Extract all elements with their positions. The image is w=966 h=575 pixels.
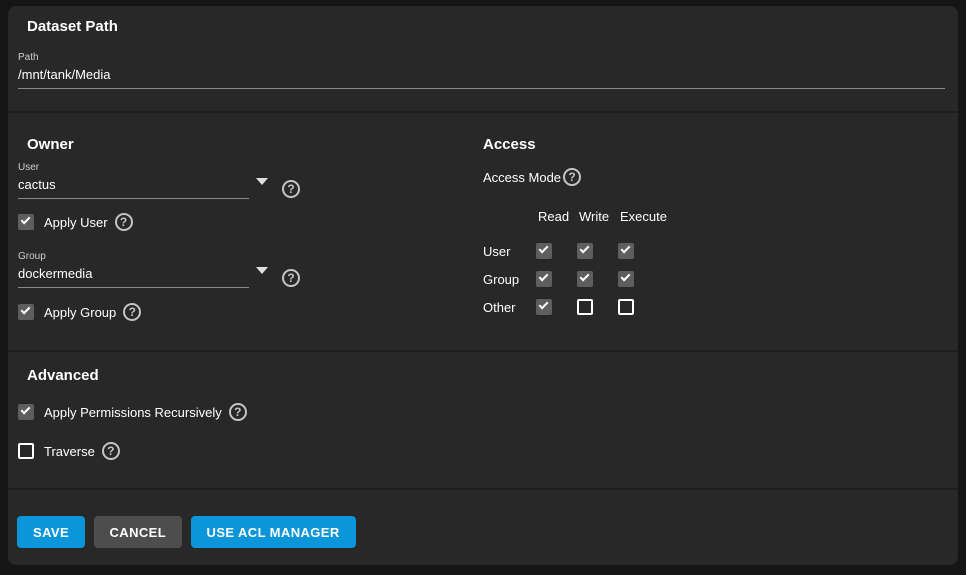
- actions-section: SAVE CANCEL USE ACL MANAGER: [8, 490, 958, 548]
- group-field-label: Group: [18, 251, 249, 263]
- apply-recursively-checkbox[interactable]: [18, 404, 34, 420]
- access-column: Access Access Mode ? Read Write Execute …: [483, 113, 958, 350]
- access-mode-grid: Read Write Execute User Group Other: [483, 209, 958, 321]
- apply-user-row: Apply User ?: [18, 213, 483, 231]
- check-icon: [539, 272, 549, 282]
- check-icon: [621, 272, 631, 282]
- access-title: Access: [483, 137, 958, 153]
- user-chevron-down-icon[interactable]: [256, 178, 268, 185]
- other-write-checkbox[interactable]: [577, 299, 593, 315]
- recursive-row: Apply Permissions Recursively ?: [18, 403, 958, 421]
- check-icon: [21, 405, 31, 415]
- path-field-label: Path: [18, 52, 945, 64]
- advanced-title: Advanced: [18, 368, 958, 384]
- check-icon: [621, 244, 631, 254]
- group-field-value[interactable]: dockermedia: [18, 266, 249, 288]
- apply-group-label: Apply Group: [44, 305, 116, 320]
- check-icon: [580, 244, 590, 254]
- access-col-header-read: Read: [536, 209, 577, 224]
- apply-group-row: Apply Group ?: [18, 303, 483, 321]
- access-mode-help-icon[interactable]: ?: [563, 168, 581, 186]
- owner-title: Owner: [18, 137, 483, 153]
- dataset-path-title: Dataset Path: [18, 19, 945, 35]
- traverse-row: Traverse ?: [18, 442, 958, 460]
- group-help-icon[interactable]: ?: [282, 269, 300, 287]
- apply-recursively-help-icon[interactable]: ?: [229, 403, 247, 421]
- user-write-checkbox[interactable]: [577, 243, 593, 259]
- use-acl-manager-button[interactable]: USE ACL MANAGER: [191, 516, 356, 548]
- access-col-header-execute: Execute: [618, 209, 678, 224]
- check-icon: [21, 215, 31, 225]
- access-row-label-other: Other: [483, 293, 536, 321]
- user-field-label: User: [18, 162, 249, 174]
- apply-group-help-icon[interactable]: ?: [123, 303, 141, 321]
- user-read-checkbox[interactable]: [536, 243, 552, 259]
- owner-access-section: Owner User cactus ? Apply User ? Group d…: [8, 113, 958, 352]
- access-mode-label: Access Mode: [483, 170, 561, 185]
- user-select-field: User cactus ?: [18, 162, 483, 199]
- owner-column: Owner User cactus ? Apply User ? Group d…: [8, 113, 483, 350]
- access-col-header-write: Write: [577, 209, 618, 224]
- access-mode-row: Access Mode ?: [483, 168, 958, 186]
- save-button[interactable]: SAVE: [17, 516, 85, 548]
- group-chevron-down-icon[interactable]: [256, 267, 268, 274]
- group-write-checkbox[interactable]: [577, 271, 593, 287]
- dataset-path-section: Dataset Path Path /mnt/tank/Media: [8, 6, 958, 113]
- path-field[interactable]: Path /mnt/tank/Media: [18, 52, 945, 89]
- apply-user-checkbox[interactable]: [18, 214, 34, 230]
- access-row-label-group: Group: [483, 265, 536, 293]
- check-icon: [539, 300, 549, 310]
- apply-group-checkbox[interactable]: [18, 304, 34, 320]
- apply-user-label: Apply User: [44, 215, 108, 230]
- access-row-label-user: User: [483, 237, 536, 265]
- check-icon: [21, 305, 31, 315]
- advanced-section: Advanced Apply Permissions Recursively ?…: [8, 352, 958, 490]
- user-execute-checkbox[interactable]: [618, 243, 634, 259]
- other-execute-checkbox[interactable]: [618, 299, 634, 315]
- traverse-help-icon[interactable]: ?: [102, 442, 120, 460]
- user-field-value[interactable]: cactus: [18, 177, 249, 199]
- path-field-value[interactable]: /mnt/tank/Media: [18, 67, 945, 89]
- traverse-label: Traverse: [44, 444, 95, 459]
- apply-recursively-label: Apply Permissions Recursively: [44, 405, 222, 420]
- traverse-checkbox[interactable]: [18, 443, 34, 459]
- check-icon: [539, 244, 549, 254]
- group-execute-checkbox[interactable]: [618, 271, 634, 287]
- check-icon: [580, 272, 590, 282]
- user-help-icon[interactable]: ?: [282, 180, 300, 198]
- edit-permissions-card: Dataset Path Path /mnt/tank/Media Owner …: [8, 6, 958, 565]
- group-read-checkbox[interactable]: [536, 271, 552, 287]
- other-read-checkbox[interactable]: [536, 299, 552, 315]
- cancel-button[interactable]: CANCEL: [94, 516, 183, 548]
- group-select-field: Group dockermedia ?: [18, 251, 483, 288]
- apply-user-help-icon[interactable]: ?: [115, 213, 133, 231]
